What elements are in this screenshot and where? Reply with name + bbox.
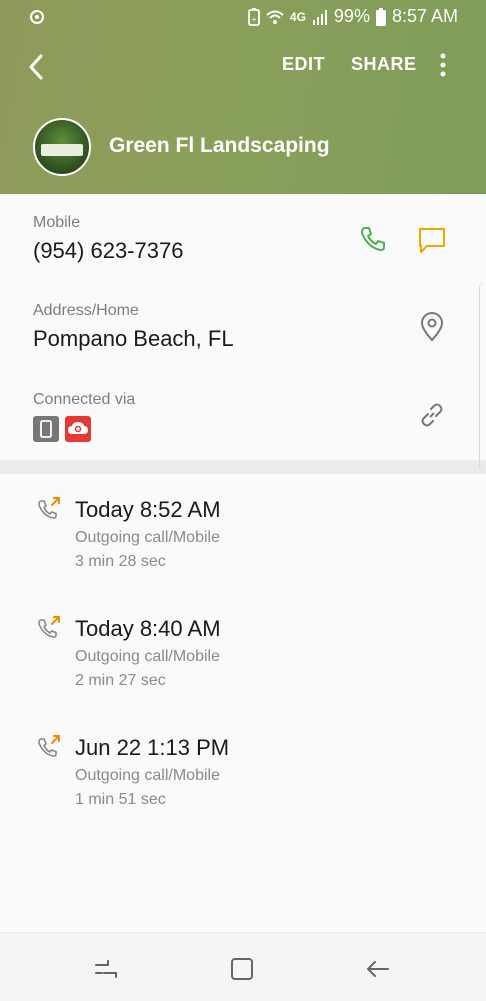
phone-icon[interactable] — [358, 224, 388, 259]
edge-panel-handle[interactable] — [479, 282, 486, 472]
contact-name: Green Fl Landscaping — [109, 134, 330, 157]
phone-label: Mobile — [33, 214, 81, 231]
outgoing-call-icon — [36, 615, 62, 646]
wifi-icon — [266, 10, 284, 24]
more-vert-icon[interactable] — [436, 50, 450, 80]
connected-label: Connected via — [33, 391, 136, 408]
address-value[interactable]: Pompano Beach, FL — [33, 326, 234, 352]
link-icon[interactable] — [418, 401, 446, 434]
outgoing-call-icon — [36, 734, 62, 765]
call-log-duration: 3 min 28 sec — [75, 553, 166, 570]
call-log-type: Outgoing call/Mobile — [75, 767, 220, 784]
navigation-bar — [0, 932, 486, 1001]
message-icon[interactable] — [416, 224, 448, 261]
recents-icon[interactable] — [88, 951, 124, 987]
call-log-duration: 2 min 27 sec — [75, 672, 166, 689]
call-log-duration: 1 min 51 sec — [75, 791, 166, 808]
back-nav-icon[interactable] — [360, 951, 396, 987]
avatar-logo — [41, 144, 83, 156]
battery-saver-icon: + — [248, 7, 260, 26]
phone-value[interactable]: (954) 623-7376 — [33, 238, 183, 264]
section-divider — [0, 460, 486, 474]
location-pin-icon[interactable] — [418, 312, 446, 347]
cloud-sync-icon — [65, 416, 91, 447]
outgoing-call-icon — [36, 496, 62, 527]
call-log-time: Jun 22 1:13 PM — [75, 735, 230, 760]
status-right: + 4G 99% 8:57 AM — [248, 6, 458, 27]
back-arrow-icon[interactable] — [22, 52, 52, 82]
share-button[interactable]: SHARE — [351, 54, 417, 75]
svg-text:+: + — [252, 15, 257, 24]
home-icon[interactable] — [224, 951, 260, 987]
address-label: Address/Home — [33, 302, 139, 319]
contact-header: + 4G 99% 8:57 AM EDIT SHARE Green Fl Lan… — [0, 0, 486, 194]
battery-icon — [375, 7, 386, 26]
battery-percent: 99% — [333, 6, 370, 26]
call-log-time: Today 8:52 AM — [75, 497, 221, 522]
avatar[interactable] — [33, 118, 91, 176]
clock: 8:57 AM — [391, 6, 458, 26]
call-log-time: Today 8:40 AM — [75, 616, 221, 641]
edit-button[interactable]: EDIT — [282, 54, 325, 75]
app-bar: EDIT SHARE — [0, 40, 486, 92]
status-bar: + 4G 99% 8:57 AM — [0, 0, 486, 34]
call-log-type: Outgoing call/Mobile — [75, 648, 220, 665]
sync-icon — [28, 8, 46, 31]
device-icon — [33, 416, 59, 447]
network-type: 4G — [289, 9, 306, 24]
call-log-type: Outgoing call/Mobile — [75, 529, 220, 546]
signal-icon — [312, 9, 327, 25]
